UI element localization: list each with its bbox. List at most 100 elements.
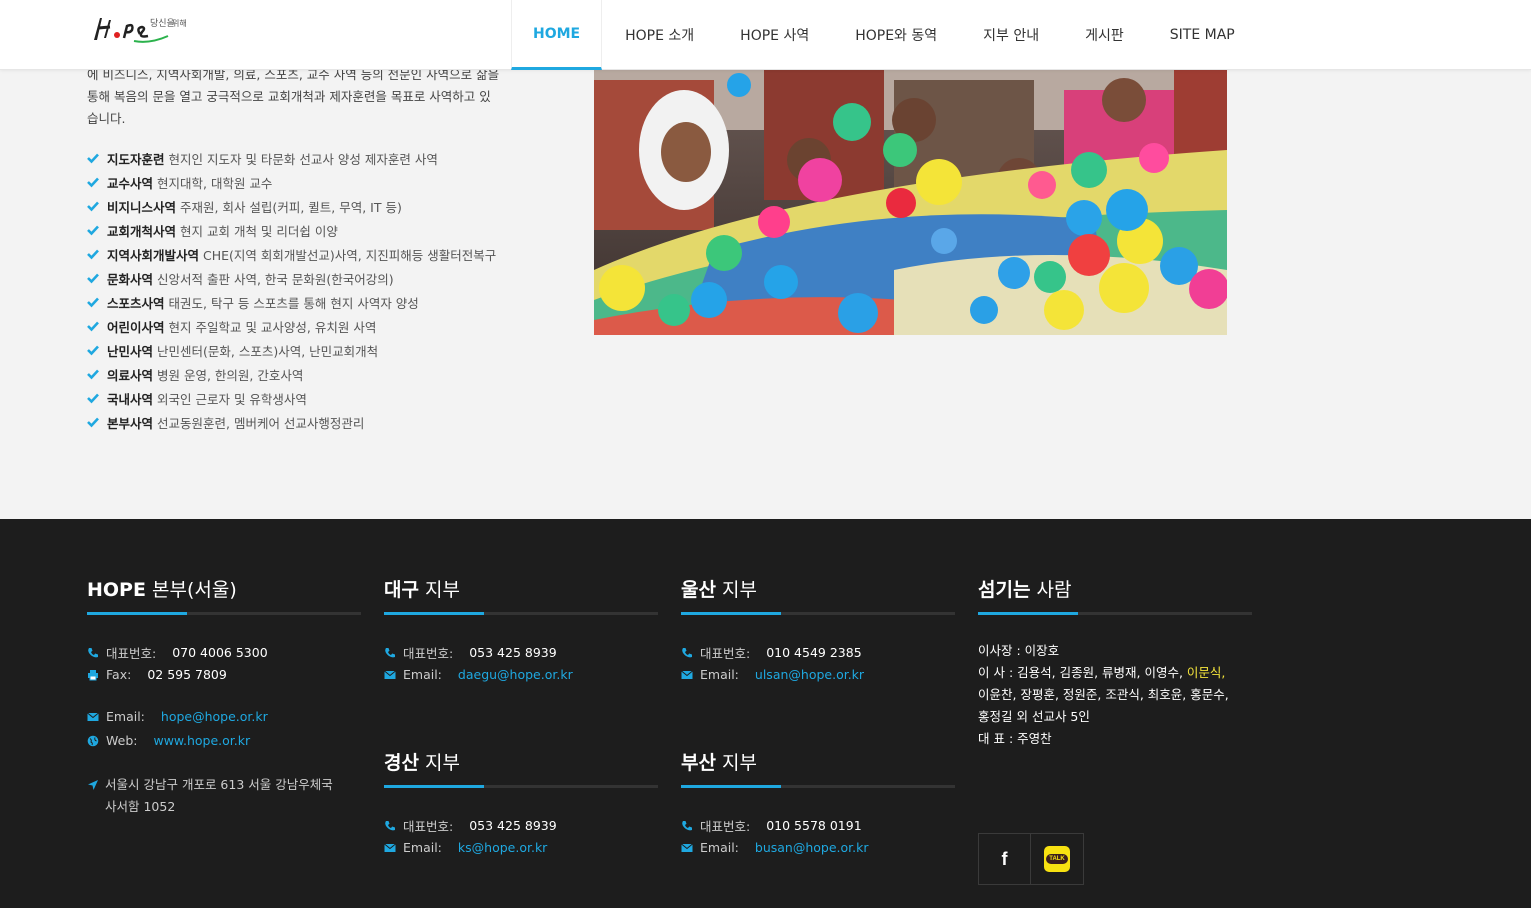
ulsan-email-link[interactable]: ulsan@hope.or.kr: [755, 667, 864, 682]
hope-logo[interactable]: 당신을 위해: [90, 8, 205, 48]
check-icon: [87, 297, 99, 308]
phone-icon: [385, 647, 395, 657]
envelope-icon: [681, 670, 693, 679]
list-item: 난민사역 난민센터(문화, 스포츠)사역, 난민교회개척: [87, 338, 496, 362]
ministry-desc: 태권도, 탁구 등 스포츠를 통해 현지 사역자 양성: [168, 295, 419, 311]
address-line: 서울시 강남구 개포로 613 서울 강남우체국: [105, 777, 333, 792]
envelope-icon: [384, 670, 396, 679]
ministry-desc: 주재원, 회사 설립(커피, 퀼트, 무역, IT 등): [180, 199, 402, 215]
people-list: 이사장 : 이장호 이 사 : 김용석, 김종원, 류병재, 이영수, 이문식,…: [978, 640, 1258, 750]
hq-web-link[interactable]: www.hope.or.kr: [153, 733, 250, 748]
printer-icon: [88, 669, 98, 680]
busan-email-link[interactable]: busan@hope.or.kr: [755, 840, 869, 855]
gyeongsan-email-link[interactable]: ks@hope.or.kr: [458, 840, 547, 855]
daegu-phone: 대표번호: 053 425 8939: [384, 643, 557, 662]
check-icon: [87, 393, 99, 404]
check-icon: [87, 273, 99, 284]
people-heading: 섬기는 사람: [978, 579, 1072, 601]
ministry-title: 지도자훈련: [107, 151, 165, 167]
check-icon: [87, 249, 99, 260]
check-icon: [87, 345, 99, 356]
ministry-title: 국내사역: [107, 391, 154, 407]
hq-email: Email: hope@hope.or.kr: [87, 709, 268, 724]
heading-underline: [978, 612, 1252, 615]
ministry-desc: 병원 운영, 한의원, 간호사역: [157, 367, 304, 383]
check-icon: [87, 369, 99, 380]
ministry-title: 본부사역: [107, 415, 154, 431]
daegu-email-link[interactable]: daegu@hope.or.kr: [458, 667, 573, 682]
ministry-title: 어린이사역: [107, 319, 165, 335]
nav-partnership[interactable]: HOPE와 동역: [832, 0, 960, 70]
nav-home[interactable]: HOME: [511, 0, 603, 70]
kakaotalk-icon: TALK: [1044, 846, 1070, 872]
ministry-title: 교수사역: [107, 175, 154, 191]
globe-icon: [87, 735, 99, 746]
intro-line: 통해 복음의 문을 열고 궁극적으로 교회개척과 제자훈련을 목표로 사역하고 …: [87, 89, 491, 104]
list-item: 본부사역 선교동원훈련, 멤버케어 선교사행정관리: [87, 410, 496, 434]
list-item: 스포츠사역 태권도, 탁구 등 스포츠를 통해 현지 사역자 양성: [87, 290, 496, 314]
ministry-desc: 현지대학, 대학원 교수: [157, 175, 273, 191]
intro-text: 에 비즈니스, 지역사회개발, 의료, 스포츠, 교수 사역 등의 전문인 사역…: [87, 64, 547, 130]
hq-web: Web: www.hope.or.kr: [87, 733, 250, 748]
ministry-desc: 현지 교회 개척 및 리더쉽 이양: [180, 223, 338, 239]
facebook-button[interactable]: f: [978, 833, 1031, 885]
gyeongsan-email: Email: ks@hope.or.kr: [384, 840, 547, 855]
ministry-title: 문화사역: [107, 271, 154, 287]
nav-about[interactable]: HOPE 소개: [602, 0, 717, 70]
daegu-email: Email: daegu@hope.or.kr: [384, 667, 573, 682]
ministry-title: 의료사역: [107, 367, 154, 383]
nav-sitemap[interactable]: SITE MAP: [1147, 0, 1258, 70]
list-item: 비지니스사역 주재원, 회사 설립(커피, 퀼트, 무역, IT 등): [87, 194, 496, 218]
ministry-desc: 선교동원훈련, 멤버케어 선교사행정관리: [157, 415, 365, 431]
ministry-desc: 현지 주일학교 및 교사양성, 유치원 사역: [168, 319, 377, 335]
list-item: 문화사역 신앙서적 출판 사역, 한국 문화원(한국어강의): [87, 266, 496, 290]
list-item: 지역사회개발사역 CHE(지역 회회개발선교)사역, 지진피해등 생활터전복구: [87, 242, 496, 266]
ministry-title: 교회개척사역: [107, 223, 177, 239]
check-icon: [87, 417, 99, 428]
board-members-cont: 홍정길 외 선교사 5인: [978, 709, 1090, 724]
check-icon: [87, 321, 99, 332]
kakaotalk-button[interactable]: TALK: [1031, 833, 1084, 885]
ulsan-heading: 울산 지부: [681, 579, 757, 601]
ulsan-email: Email: ulsan@hope.or.kr: [681, 667, 864, 682]
ministry-title: 스포츠사역: [107, 295, 165, 311]
hq-email-link[interactable]: hope@hope.or.kr: [161, 709, 268, 724]
nav-board[interactable]: 게시판: [1062, 0, 1147, 70]
hq-phone: 대표번호: 070 4006 5300: [87, 643, 268, 662]
list-item: 교회개척사역 현지 교회 개척 및 리더쉽 이양: [87, 218, 496, 242]
check-icon: [87, 177, 99, 188]
svg-text:위해: 위해: [172, 18, 187, 28]
chairman: 이사장 : 이장호: [978, 643, 1060, 658]
gyeongsan-phone: 대표번호: 053 425 8939: [384, 816, 557, 835]
hq-address: 서울시 강남구 개포로 613 서울 강남우체국 사서함 1052: [87, 774, 333, 818]
envelope-icon: [87, 712, 99, 721]
ulsan-phone: 대표번호: 010 4549 2385: [681, 643, 862, 662]
board-members: 이 사 : 김용석, 김종원, 류병재, 이영수, 이문식,: [978, 665, 1226, 680]
ministry-title: 난민사역: [107, 343, 154, 359]
board-members-cont: 이윤찬, 장평훈, 정원준, 조관식, 최호윤, 홍문수,: [978, 687, 1229, 702]
ministry-desc: 난민센터(문화, 스포츠)사역, 난민교회개척: [157, 343, 379, 359]
representative: 대 표 : 주영찬: [978, 731, 1052, 746]
ministry-title: 비지니스사역: [107, 199, 177, 215]
ministry-desc: CHE(지역 회회개발선교)사역, 지진피해등 생활터전복구: [203, 247, 497, 263]
phone-icon: [682, 820, 692, 830]
gyeongsan-heading: 경산 지부: [384, 752, 460, 774]
heading-underline: [87, 612, 361, 615]
list-item: 국내사역 외국인 근로자 및 유학생사역: [87, 386, 496, 410]
ministry-desc: 외국인 근로자 및 유학생사역: [157, 391, 307, 407]
facebook-icon: f: [1001, 848, 1008, 869]
nav-ministry[interactable]: HOPE 사역: [717, 0, 832, 70]
phone-icon: [682, 647, 692, 657]
busan-email: Email: busan@hope.or.kr: [681, 840, 869, 855]
hq-heading: HOPE 본부(서울): [87, 579, 237, 601]
ministry-desc: 신앙서적 출판 사역, 한국 문화원(한국어강의): [157, 271, 394, 287]
heading-underline: [384, 612, 658, 615]
nav-branches[interactable]: 지부 안내: [960, 0, 1062, 70]
main-nav: HOME HOPE 소개 HOPE 사역 HOPE와 동역 지부 안내 게시판 …: [511, 0, 1258, 70]
envelope-icon: [681, 843, 693, 852]
heading-underline: [384, 785, 658, 788]
ministry-desc: 현지인 지도자 및 타문화 선교사 양성 제자훈련 사역: [168, 151, 438, 167]
children-photo: [594, 70, 1227, 335]
phone-icon: [385, 820, 395, 830]
intro-line: 습니다.: [87, 111, 126, 126]
